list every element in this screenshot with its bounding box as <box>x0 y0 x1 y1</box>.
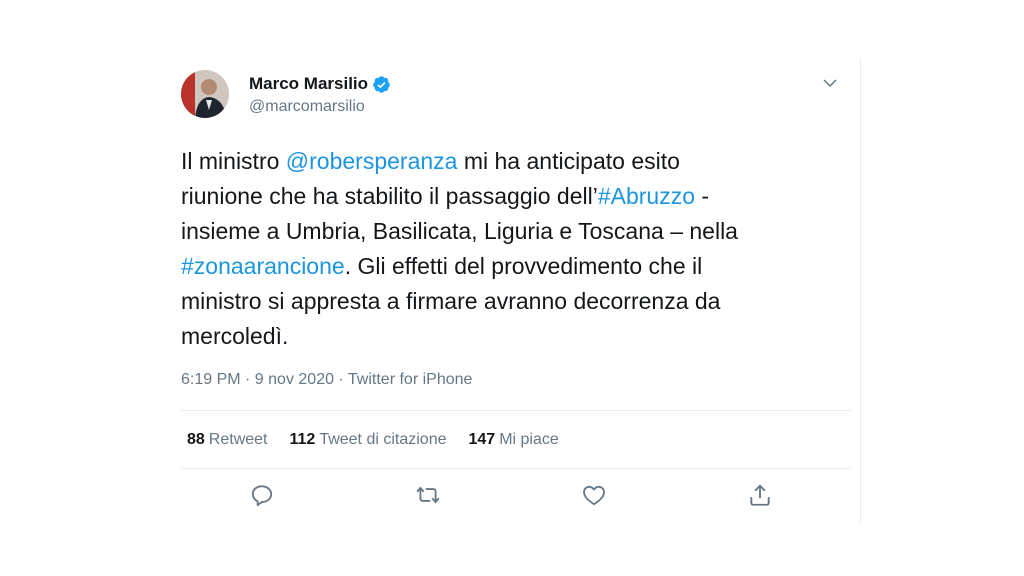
like-count: 147 <box>468 431 496 448</box>
like-stat[interactable]: 147 Mi piace <box>469 431 559 449</box>
mention-link[interactable]: @robersperanza <box>286 148 458 174</box>
tweet-text-segment: insieme a Umbria, Basilicata, Liguria e … <box>181 218 738 244</box>
tweet-text-line: mercoledì. <box>181 319 831 354</box>
tweet-text-segment: - <box>695 183 710 209</box>
share-button[interactable] <box>747 482 773 508</box>
reply-button[interactable] <box>249 482 275 508</box>
share-icon <box>750 484 770 506</box>
retweet-button[interactable] <box>415 482 441 508</box>
tweet-text: Il ministro @robersperanza mi ha anticip… <box>181 144 831 354</box>
hashtag-link[interactable]: #Abruzzo <box>598 183 695 209</box>
tweet-stats: 88 Retweet 112 Tweet di citazione 147 Mi pi… <box>187 431 581 449</box>
retweet-icon <box>416 486 440 504</box>
action-bar <box>165 482 860 512</box>
retweet-stat[interactable]: 88 Retweet <box>187 431 268 449</box>
divider <box>181 468 851 469</box>
tweet-text-line: ministro si appresta a firmare avranno d… <box>181 284 831 319</box>
retweet-label: Retweet <box>208 431 268 448</box>
author-handle[interactable]: @marcomarsilio <box>249 98 365 116</box>
tweet-text-segment: mercoledì. <box>181 323 289 349</box>
tweet-text-segment: . Gli effetti del provvedimento che il <box>344 253 703 279</box>
tweet-text-line: riunione che ha stabilito il passaggio d… <box>181 179 831 214</box>
hashtag-link[interactable]: #zonaarancione <box>181 253 345 279</box>
tweet-card: Marco Marsilio @marcomarsilio Il ministr… <box>165 58 861 522</box>
verified-badge-icon <box>373 75 390 93</box>
quote-stat[interactable]: 112 Tweet di citazione <box>290 431 447 449</box>
chevron-down-icon[interactable] <box>821 74 839 92</box>
tweet-text-segment: riunione che ha stabilito il passaggio d… <box>181 183 598 209</box>
author-name-row[interactable]: Marco Marsilio <box>249 74 391 94</box>
divider <box>181 410 851 411</box>
like-icon <box>583 485 605 506</box>
tweet-text-segment: mi ha anticipato esito <box>457 148 680 174</box>
retweet-count: 88 <box>187 431 205 448</box>
quote-count: 112 <box>289 431 316 448</box>
tweet-text-segment: Il ministro <box>181 148 286 174</box>
tweet-text-line: Il ministro @robersperanza mi ha anticip… <box>181 144 831 179</box>
tweet-text-segment: ministro si appresta a firmare avranno d… <box>181 288 721 314</box>
reply-icon <box>251 485 273 507</box>
tweet-text-line: insieme a Umbria, Basilicata, Liguria e … <box>181 214 831 249</box>
tweet-timestamp[interactable]: 6:19 PM · 9 nov 2020 · Twitter for iPhon… <box>181 371 472 389</box>
quote-label: Tweet di citazione <box>319 431 447 448</box>
author-name[interactable]: Marco Marsilio <box>249 74 368 94</box>
like-button[interactable] <box>581 482 607 508</box>
avatar[interactable] <box>181 70 229 118</box>
tweet-text-line: #zonaarancione. Gli effetti del provvedi… <box>181 249 831 284</box>
like-label: Mi piace <box>499 431 559 448</box>
